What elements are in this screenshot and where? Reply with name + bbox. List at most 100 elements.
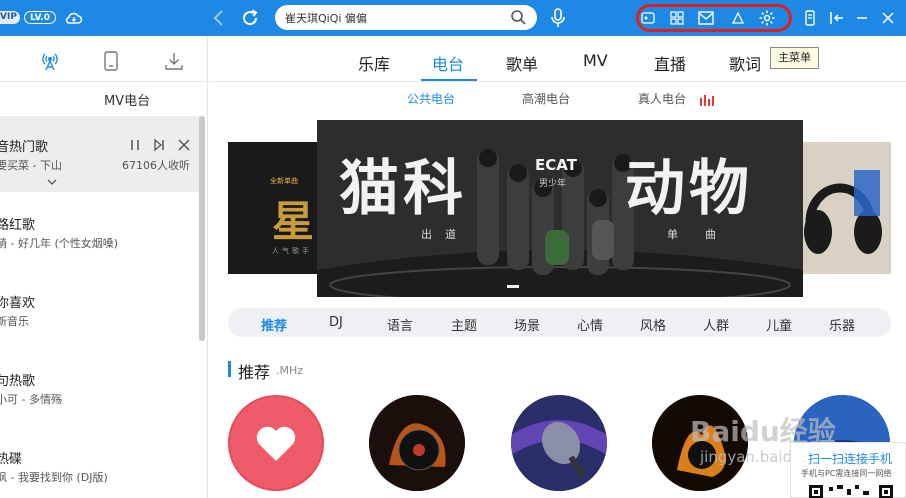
banner-tag-left-1: 出	[421, 228, 432, 241]
left-panel: MV电台 音热门歌 要买菜 - 下山 67106人收听 路红歌 萌 - 好几年 …	[0, 36, 208, 498]
banner-title-right: 动物	[625, 154, 753, 224]
live-bars-icon	[700, 95, 714, 106]
radio-item[interactable]: 热碟 枫 - 我要找到你 (DJ版)	[0, 448, 200, 488]
microphone-art-icon	[511, 395, 607, 491]
category-crowd[interactable]: 人群	[703, 315, 729, 334]
search-input[interactable]	[285, 8, 507, 27]
radio-station-icon[interactable]	[39, 50, 61, 72]
subtab-live-person-radio[interactable]: 真人电台	[638, 90, 686, 107]
download-icon[interactable]	[163, 50, 185, 72]
radio-card-microphone[interactable]	[511, 395, 607, 491]
radio-item-title: 句热歌	[0, 374, 36, 389]
radio-item-title: 热碟	[0, 452, 23, 467]
scrollbar[interactable]	[199, 116, 205, 341]
radio-item-subtitle: 新音乐	[0, 315, 29, 328]
subtab-climax-radio[interactable]: 高潮电台	[522, 90, 570, 107]
gear-icon[interactable]	[755, 6, 779, 30]
search-box[interactable]	[275, 5, 537, 30]
refresh-icon[interactable]	[238, 6, 262, 30]
category-mood[interactable]: 心情	[577, 315, 603, 334]
category-language[interactable]: 语言	[387, 315, 413, 334]
tab-radio[interactable]: 电台	[432, 51, 464, 75]
main-nav: 乐库 电台 歌单 MV 直播 歌词 主菜单	[209, 36, 906, 82]
device-icon[interactable]	[100, 50, 122, 72]
banner-logo: ECAT	[535, 156, 577, 174]
minimize-icon[interactable]	[850, 6, 874, 30]
next-track-icon[interactable]	[152, 138, 166, 152]
active-tab-indicator	[421, 79, 477, 81]
search-icon[interactable]	[510, 9, 527, 26]
banner-tag-right-1: 单	[667, 228, 678, 241]
category-instrument[interactable]: 乐器	[829, 315, 855, 334]
close-icon[interactable]	[177, 138, 191, 152]
radio-item-title: 路红歌	[0, 218, 36, 233]
radio-card-vinyl[interactable]	[369, 395, 465, 491]
tab-playlist[interactable]: 歌单	[506, 51, 538, 75]
radio-subtabs: 公共电台 高潮电台 真人电台	[209, 88, 906, 110]
qr-subtitle: 手机与PC需连接同一网络	[801, 469, 892, 478]
tab-live[interactable]: 直播	[654, 51, 686, 75]
radio-item-subtitle: 枫 - 我要找到你 (DJ版)	[0, 471, 108, 484]
radio-card-fire-disc[interactable]	[652, 395, 748, 491]
mini-mode-icon[interactable]	[798, 6, 822, 30]
pause-icon[interactable]	[128, 138, 142, 152]
radio-item[interactable]: 你喜欢 新音乐	[0, 292, 200, 332]
qr-connect-panel[interactable]: 扫一扫连接手机 手机与PC需连接同一网络	[790, 442, 906, 498]
category-theme[interactable]: 主题	[451, 315, 477, 334]
section-accent-bar	[228, 361, 231, 377]
banner-side-right[interactable]	[800, 142, 891, 274]
category-bar: 推荐 DJ 语言 主题 场景 心情 风格 人群 儿童 乐器	[228, 308, 891, 337]
section-subtitle: .MHz	[276, 364, 304, 377]
vinyl-fire-icon	[369, 395, 465, 491]
cloud-sync-icon[interactable]	[62, 6, 86, 30]
radio-card-heart[interactable]	[228, 395, 324, 491]
main-content: 乐库 电台 歌单 MV 直播 歌词 主菜单 公共电台 高潮电台 真人电台 全新单…	[209, 36, 906, 498]
radio-item-subtitle: 萌 - 好几年 (个性女烟嗓)	[0, 237, 119, 250]
chevron-down-icon[interactable]	[47, 178, 57, 186]
close-icon[interactable]	[876, 6, 900, 30]
section-title: 推荐	[238, 363, 271, 382]
tooltip: 主菜单	[770, 47, 819, 69]
skin-theme-icon[interactable]	[726, 6, 750, 30]
vip-badge[interactable]: VIP	[0, 11, 20, 24]
category-dj[interactable]: DJ	[329, 315, 343, 330]
banner-logo-sub: 男少年	[539, 179, 567, 189]
left-panel-tabs: MV电台	[0, 86, 207, 114]
level-badge[interactable]: LV.0	[24, 11, 56, 24]
radio-item[interactable]: 音热门歌 要买菜 - 下山 67106人收听	[0, 116, 200, 192]
banner-carousel[interactable]: 猫科 动物 ECAT 男少年 出 道 单 曲	[317, 120, 803, 297]
headphones-icon	[804, 170, 882, 254]
left-tab-mv-radio[interactable]: MV电台	[104, 90, 150, 109]
top-bar: VIP LV.0	[0, 0, 906, 36]
banner-tag-left-2: 道	[445, 228, 456, 241]
tab-library[interactable]: 乐库	[358, 51, 390, 75]
tab-lyrics[interactable]: 歌词	[729, 51, 761, 75]
grid-apps-icon[interactable]	[665, 6, 689, 30]
microphone-icon[interactable]	[546, 6, 570, 30]
heart-icon	[230, 397, 322, 489]
category-style[interactable]: 风格	[640, 315, 666, 334]
banner-side-left-bottom: 人气歌手	[272, 247, 312, 255]
category-children[interactable]: 儿童	[766, 315, 792, 334]
qr-title[interactable]: 扫一扫连接手机	[808, 450, 892, 467]
mail-icon[interactable]	[694, 6, 718, 30]
listen-count: 67106人收听	[122, 159, 190, 172]
category-scene[interactable]: 场景	[514, 315, 540, 334]
radio-item-subtitle: 小可 - 多情殇	[0, 393, 62, 406]
back-arrow-icon[interactable]	[207, 6, 231, 30]
record-icon[interactable]	[636, 6, 660, 30]
fire-disc-icon	[652, 395, 748, 491]
radio-item[interactable]: 句热歌 小可 - 多情殇	[0, 370, 200, 410]
banner-title-left: 猫科	[339, 154, 467, 224]
qr-code-icon	[809, 485, 893, 498]
tab-mv[interactable]: MV	[583, 51, 608, 70]
subtab-public-radio[interactable]: 公共电台	[407, 90, 455, 107]
radio-item-title: 音热门歌	[0, 140, 49, 155]
category-recommend[interactable]: 推荐	[261, 315, 287, 334]
banner-side-left-text: 星	[272, 197, 315, 246]
radio-item-subtitle: 要买菜 - 下山	[0, 159, 62, 172]
banner-side-left[interactable]: 全新单曲 星 人气歌手	[228, 142, 320, 274]
left-panel-toolbar	[0, 36, 207, 82]
radio-item[interactable]: 路红歌 萌 - 好几年 (个性女烟嗓)	[0, 214, 200, 254]
exit-icon[interactable]	[825, 6, 849, 30]
